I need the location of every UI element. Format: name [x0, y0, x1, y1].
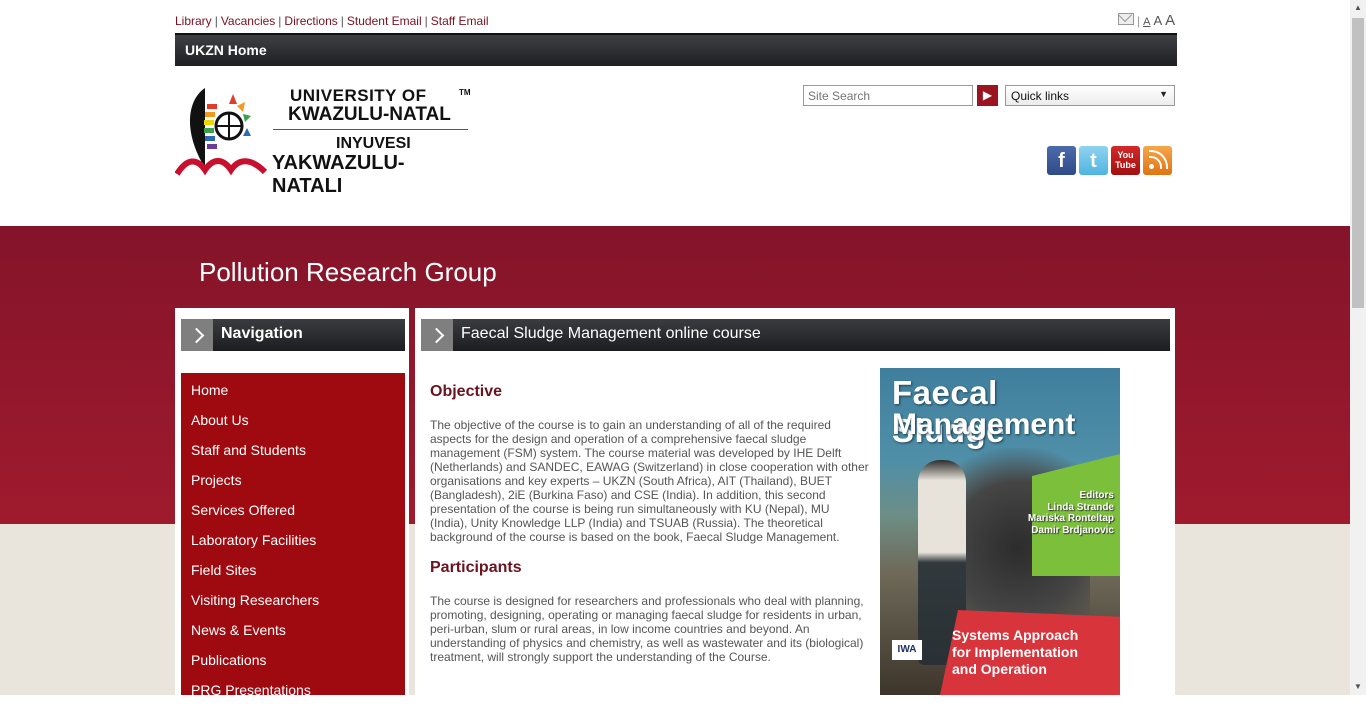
book-cover-image: Faecal Sludge Management Editors Linda S…	[880, 368, 1120, 695]
arrow-right-icon: ▶	[982, 88, 993, 102]
rss-icon[interactable]	[1143, 146, 1172, 175]
scroll-up-icon[interactable]: ▲	[1350, 0, 1366, 16]
objective-heading: Objective	[430, 383, 503, 400]
nav-item-news-events[interactable]: News & Events	[181, 613, 405, 643]
book-title-line-2: Management	[892, 408, 1076, 441]
content-header: Faecal Sludge Management online course	[421, 319, 1170, 351]
ukzn-home-link[interactable]: UKZN Home	[185, 42, 267, 58]
scroll-down-icon[interactable]: ▼	[1350, 679, 1366, 695]
logo-line-3: INYUVESI	[336, 135, 411, 152]
search-go-button[interactable]: ▶	[977, 85, 998, 106]
link-directions[interactable]: Directions	[284, 14, 337, 28]
top-nav-bar: UKZN Home	[175, 33, 1177, 66]
participants-heading: Participants	[430, 559, 522, 576]
link-library[interactable]: Library	[175, 14, 212, 28]
nav-item-about-us[interactable]: About Us	[181, 403, 405, 433]
nav-item-visiting-researchers[interactable]: Visiting Researchers	[181, 583, 405, 613]
university-logo[interactable]: UNIVERSITY OF KWAZULU-NATAL TM INYUVESI …	[175, 82, 471, 197]
shield-logo-icon	[175, 88, 268, 176]
nav-item-laboratory-facilities[interactable]: Laboratory Facilities	[181, 523, 405, 553]
youtube-icon[interactable]: You Tube	[1111, 146, 1140, 175]
publisher-logo: IWA	[892, 640, 922, 660]
nav-item-publications[interactable]: Publications	[181, 643, 405, 673]
navigation-title: Navigation	[221, 325, 303, 342]
link-student-email[interactable]: Student Email	[347, 14, 422, 28]
youtube-label-bottom: Tube	[1115, 160, 1136, 170]
youtube-label-top: You	[1117, 150, 1134, 160]
quick-links-value: Quick links	[1011, 89, 1070, 103]
logo-divider	[273, 129, 468, 130]
site-search-input[interactable]	[803, 85, 973, 106]
nav-item-prg-presentations[interactable]: PRG Presentations	[181, 673, 405, 703]
utility-links: Library | Vacancies | Directions | Student Ema…	[175, 14, 489, 28]
page-title: Pollution Research Group	[199, 257, 497, 287]
scrollbar-thumb[interactable]	[1352, 18, 1364, 308]
nav-item-home[interactable]: Home	[181, 373, 405, 403]
nav-item-staff-and-students[interactable]: Staff and Students	[181, 433, 405, 463]
link-vacancies[interactable]: Vacancies	[221, 14, 275, 28]
book-subtitle: Systems Approach for Implementation and …	[952, 627, 1079, 677]
content-title: Faecal Sludge Management online course	[461, 325, 761, 342]
twitter-icon[interactable]: t	[1079, 146, 1108, 175]
side-navigation: Home About Us Staff and Students Project…	[181, 373, 405, 698]
text-size-medium[interactable]: A	[1153, 13, 1162, 28]
logo-trademark: TM	[459, 88, 471, 97]
nav-item-services-offered[interactable]: Services Offered	[181, 493, 405, 523]
navigation-header: Navigation	[181, 319, 405, 351]
nav-item-projects[interactable]: Projects	[181, 463, 405, 493]
page-scrollbar[interactable]: ▲ ▼	[1350, 0, 1366, 695]
logo-line-2: KWAZULU-NATAL	[288, 104, 451, 125]
logo-line-1: UNIVERSITY OF	[290, 86, 427, 105]
objective-paragraph: The objective of the course is to gain a…	[430, 418, 869, 544]
chevron-right-icon	[421, 319, 453, 351]
logo-line-4: YAKWAZULU-NATALI	[272, 152, 405, 197]
accessibility-controls: | A A A	[1118, 12, 1175, 29]
nav-item-field-sites[interactable]: Field Sites	[181, 553, 405, 583]
link-staff-email[interactable]: Staff Email	[431, 14, 489, 28]
text-size-small[interactable]: A	[1143, 16, 1150, 28]
chevron-down-icon: ▼	[1159, 89, 1168, 99]
chevron-right-icon	[181, 319, 213, 351]
participants-paragraph: The course is designed for researchers a…	[430, 594, 864, 664]
mail-icon[interactable]	[1118, 13, 1134, 25]
quick-links-select[interactable]: Quick links ▼	[1005, 85, 1175, 106]
facebook-icon[interactable]: f	[1047, 146, 1076, 175]
text-size-large[interactable]: A	[1165, 12, 1175, 29]
book-editors: Editors Linda Strande Mariska Ronteltap …	[1027, 490, 1114, 536]
